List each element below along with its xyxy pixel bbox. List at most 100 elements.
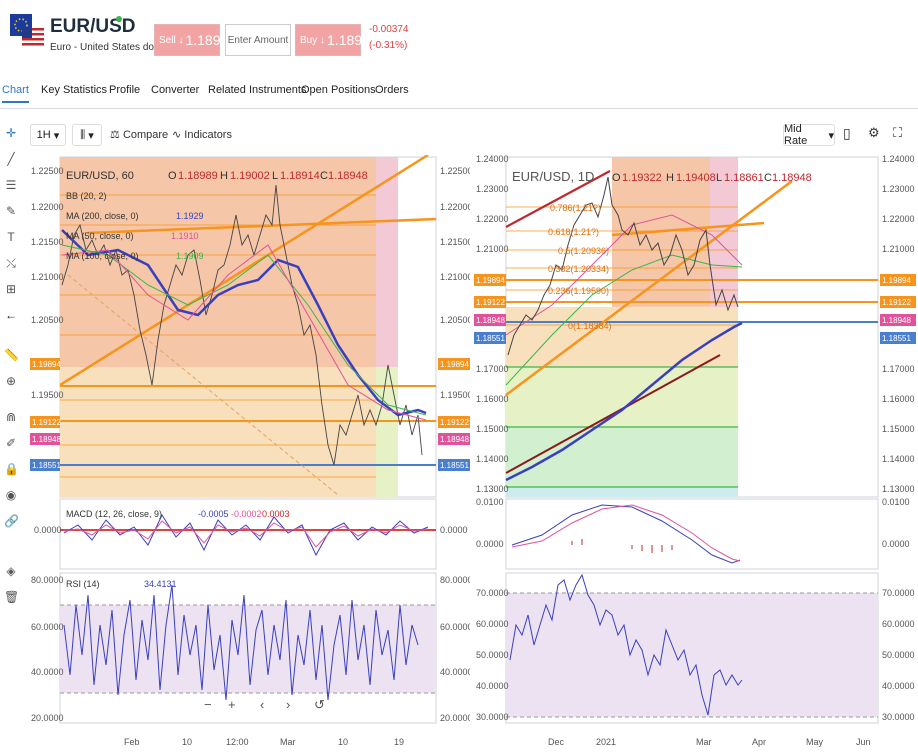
rsi-ytick-right: 80.0000 — [440, 575, 470, 585]
rsi-ytick: 40.0000 — [31, 667, 64, 677]
left-ytick-right: 1.22000 — [440, 202, 470, 212]
rsi-ytick: 80.0000 — [31, 575, 64, 585]
indicators-button[interactable]: ∿ Indicators — [172, 128, 232, 141]
zoom-in-icon[interactable]: + — [228, 697, 236, 712]
interval-select[interactable]: 1H ▾ — [30, 124, 66, 146]
crosshair-icon[interactable]: ✛ — [4, 126, 18, 140]
left-ytick-right: 1.19500 — [440, 390, 470, 400]
right-rsi-ytick: 70.0000 — [476, 588, 509, 598]
indicators-icon: ∿ — [172, 129, 182, 141]
rate-select[interactable]: Mid Rate ▾ — [783, 123, 835, 147]
prediction-icon[interactable]: ⊞ — [4, 282, 18, 296]
right-ytick: 1.13000 — [476, 484, 509, 494]
left-ohlc-o-label: O — [168, 170, 177, 182]
tab-related-instruments[interactable]: Related Instruments — [208, 84, 306, 96]
buy-label: Buy — [300, 34, 318, 46]
left-ytick: 1.22500 — [31, 166, 64, 176]
magnet-icon[interactable]: ⋒ — [4, 410, 18, 424]
lock-icon[interactable]: 🔒 — [4, 462, 19, 476]
settings-gear-icon[interactable]: ⚙ — [868, 125, 880, 141]
macd-label: MACD (12, 26, close, 9) — [66, 509, 162, 519]
right-ytick: 1.21000 — [476, 244, 509, 254]
right-rsi-ytick-right: 60.0000 — [882, 619, 915, 629]
compare-icon: ⚖ — [110, 129, 120, 141]
amount-input[interactable]: Enter Amount — [225, 24, 291, 56]
sell-button[interactable]: Sell ↓ 1.18945 — [154, 24, 236, 56]
right-ytick-right: 1.14000 — [882, 454, 915, 464]
tab-key-statistics[interactable]: Key Statistics — [41, 84, 107, 96]
link-icon[interactable]: 🔗 — [4, 514, 19, 528]
back-arrow-icon[interactable]: ← — [4, 308, 18, 322]
fib-lines-icon[interactable]: ☰ — [4, 178, 18, 192]
left-ohlc-l: 1.18914 — [280, 170, 320, 182]
tab-converter[interactable]: Converter — [151, 84, 199, 96]
right-xtick: 2021 — [596, 737, 616, 747]
tab-open-positions[interactable]: Open Positions — [301, 84, 376, 96]
down-arrow-icon: ↓ — [178, 34, 184, 46]
layers-icon[interactable]: ◈ — [4, 564, 18, 578]
left-tag-a-right: 1.19894 — [440, 360, 469, 369]
tab-chart[interactable]: Chart — [2, 84, 29, 103]
rsi-ytick-right: 60.0000 — [440, 622, 470, 632]
indicators-label: Indicators — [184, 129, 232, 141]
right-ytick-right: 1.15000 — [882, 424, 915, 434]
scroll-left-icon[interactable]: ‹ — [260, 697, 264, 712]
right-ytick-right: 1.17000 — [882, 364, 915, 374]
right-tag-b: 1.19122 — [476, 298, 505, 307]
left-tag-c-right: 1.18948 — [440, 435, 469, 444]
right-rsi-ytick: 30.0000 — [476, 712, 509, 722]
macd-value-3: 0.0003 — [262, 509, 290, 519]
left-ohlc-c: 1.18948 — [328, 170, 368, 182]
scroll-right-icon[interactable]: › — [286, 697, 290, 712]
zoom-icon[interactable]: ⊕ — [4, 374, 18, 388]
ma50-value: 1.1910 — [171, 231, 199, 241]
left-tag-b-right: 1.19122 — [440, 418, 469, 427]
right-macd-pane — [505, 498, 879, 570]
right-macd-ytick-right: 0.0100 — [882, 497, 910, 507]
compare-label: Compare — [122, 129, 169, 141]
layout-icon[interactable]: ▯ — [843, 125, 851, 142]
compare-button[interactable]: ⚖ Compare — [110, 128, 168, 141]
zoom-out-icon[interactable]: − — [204, 697, 212, 712]
left-ytick-right: 1.22500 — [440, 166, 470, 176]
left-xtick: 10 — [182, 737, 192, 747]
chart-type-select[interactable]: ⫼ ▾ — [72, 124, 102, 146]
left-ohlc-h: 1.19002 — [230, 170, 270, 182]
right-ytick-right: 1.16000 — [882, 394, 915, 404]
left-ohlc-l-label: L — [272, 170, 278, 182]
left-ytick-right: 1.21500 — [440, 237, 470, 247]
ma100-value: 1.1909 — [176, 251, 204, 261]
left-xtick: 10 — [338, 737, 348, 747]
right-ytick: 1.16000 — [476, 394, 509, 404]
left-ytick: 1.20500 — [31, 315, 64, 325]
right-macd-ytick: 0.0000 — [476, 539, 504, 549]
brush-icon[interactable]: ✎ — [4, 204, 18, 218]
text-icon[interactable]: T — [4, 230, 18, 244]
fib-label: 0.618(1.21?) — [548, 227, 599, 237]
left-chart[interactable]: EUR/USD, 60 O 1.18989 H 1.19002 L 1.1891… — [28, 155, 470, 752]
trend-line-icon[interactable]: ╱ — [4, 152, 18, 166]
rsi-ytick: 60.0000 — [31, 622, 64, 632]
change-percent: (-0.31%) — [369, 40, 408, 51]
right-ytick: 1.15000 — [476, 424, 509, 434]
eye-icon[interactable]: ◉ — [4, 488, 18, 502]
trash-icon[interactable]: 🗑 — [4, 590, 19, 604]
instrument-name: Euro - United States dollar — [50, 42, 168, 53]
macd-value-1: -0.0005 — [198, 509, 229, 519]
reset-icon[interactable]: ↺ — [314, 697, 325, 712]
fullscreen-icon[interactable]: ⛶ — [893, 125, 902, 141]
fib-label: 0.786(1.21?) — [550, 203, 601, 213]
right-rsi-ytick: 40.0000 — [476, 681, 509, 691]
ruler-icon[interactable]: 📏 — [4, 348, 19, 362]
tab-orders[interactable]: Orders — [375, 84, 409, 96]
pencil-lock-icon[interactable]: ✐ — [4, 436, 18, 450]
buy-button[interactable]: Buy ↓ 1.18952 — [295, 24, 378, 56]
pattern-icon[interactable]: ⤯ — [4, 256, 18, 270]
right-ytick-right: 1.24000 — [882, 155, 915, 164]
right-xtick: Jun — [856, 737, 871, 747]
left-ytick-right: 1.21000 — [440, 272, 470, 282]
right-chart[interactable]: EUR/USD, 1D O 1.19322 H 1.19408 L 1.1886… — [472, 155, 918, 752]
left-xtick: 12:00 — [226, 737, 249, 747]
rsi-ytick-right: 20.0000 — [440, 713, 470, 723]
tab-profile[interactable]: Profile — [109, 84, 140, 96]
